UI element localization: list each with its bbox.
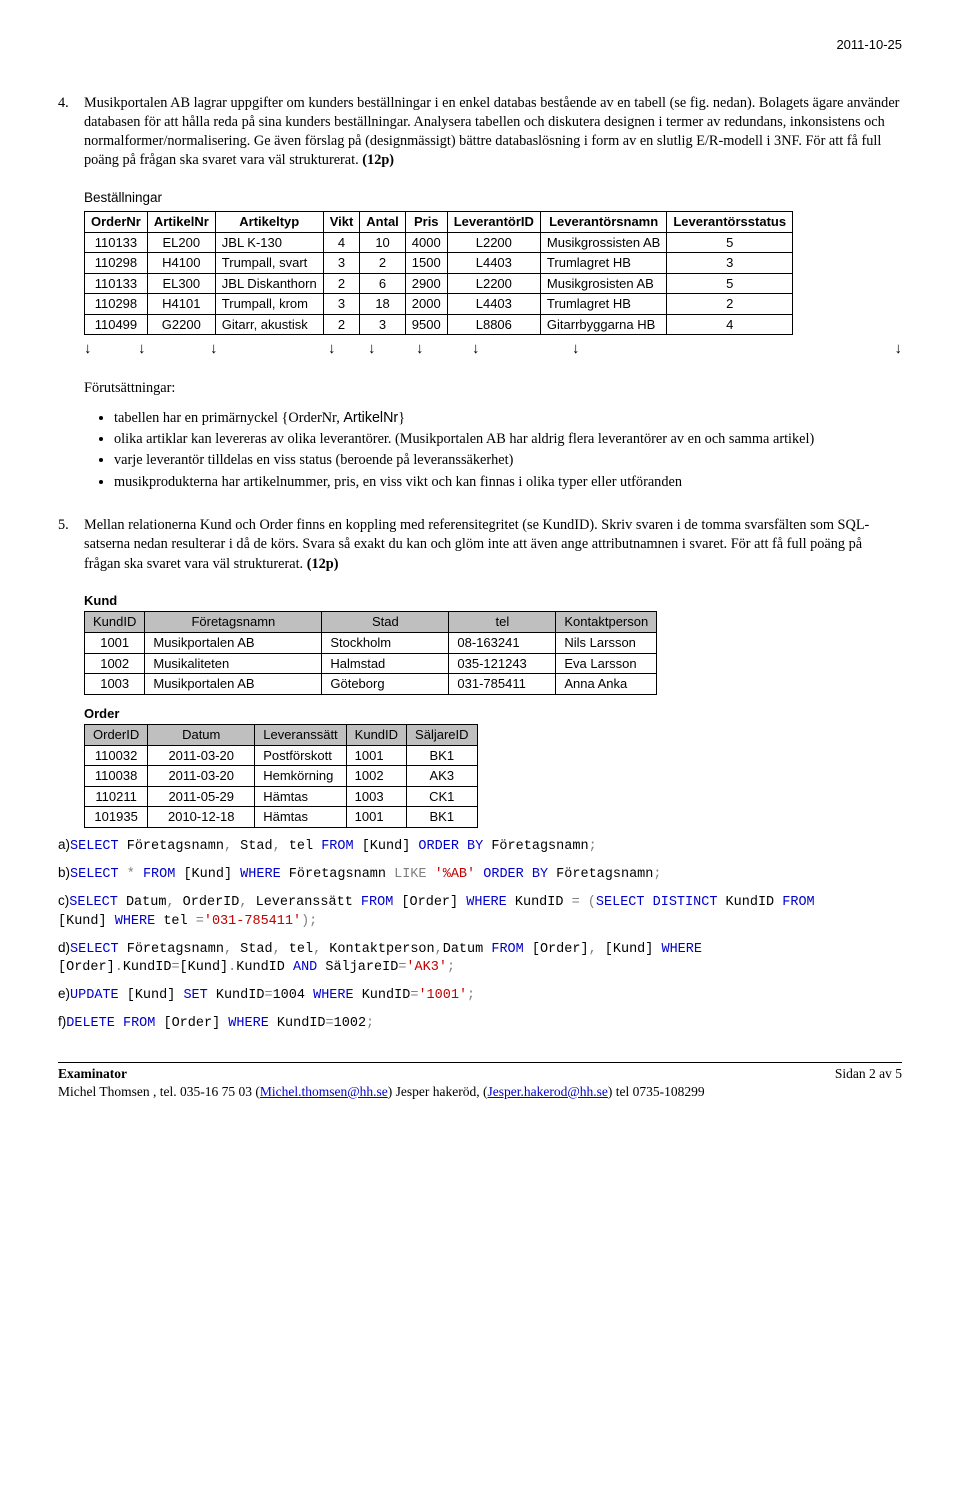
table-header-row: OrderNr ArtikelNr Artikeltyp Vikt Antal … — [85, 211, 793, 232]
table-row: 110133EL300JBL Diskanthorn262900L2200Mus… — [85, 273, 793, 294]
footer-text: Michel Thomsen , tel. 035-16 75 03 ( — [58, 1084, 260, 1099]
table-row: 110133EL200JBL K-1304104000L2200Musikgro… — [85, 232, 793, 253]
question-4: 4. Musikportalen AB lagrar uppgifter om … — [58, 94, 902, 171]
q4-text: Musikportalen AB lagrar uppgifter om kun… — [84, 94, 902, 171]
kund-title: Kund — [84, 592, 902, 610]
list-item: tabellen har en primärnyckel {OrderNr, A… — [114, 409, 902, 428]
q5-text: Mellan relationerna Kund och Order finns… — [84, 516, 902, 574]
col-antal: Antal — [360, 211, 406, 232]
col-ordernr: OrderNr — [85, 211, 148, 232]
sql-c: c)SELECT Datum, OrderID, Leveranssätt FR… — [58, 892, 902, 930]
q4-number: 4. — [58, 94, 84, 171]
col-artikeltyp: Artikeltyp — [215, 211, 323, 232]
sql-e: e)UPDATE [Kund] SET KundID=1004 WHERE Ku… — [58, 985, 902, 1005]
col-levstatus: Leverantörsstatus — [667, 211, 793, 232]
q4-points: (12p) — [362, 152, 394, 168]
table-header-row: KundID Företagsnamn Stad tel Kontaktpers… — [85, 612, 657, 633]
table-row: 1100382011-03-20Hemkörning1002AK3 — [85, 766, 478, 787]
list-item: olika artiklar kan levereras av olika le… — [114, 430, 902, 449]
sql-f: f)DELETE FROM [Order] WHERE KundID=1002; — [58, 1013, 902, 1033]
order-title: Order — [84, 705, 902, 723]
email-link-1[interactable]: Michel.thomsen@hh.se — [260, 1084, 388, 1099]
bestallningar-title: Beställningar — [84, 189, 902, 207]
sql-a: a)SELECT Företagsnamn, Stad, tel FROM [K… — [58, 836, 902, 856]
arrow-row: ↓↓↓↓↓↓↓↓↓ — [84, 339, 902, 359]
table-row: 1100322011-03-20Postförskott1001BK1 — [85, 745, 478, 766]
examinator-label: Examinator — [58, 1066, 127, 1081]
col-levnamn: Leverantörsnamn — [540, 211, 666, 232]
q4-body: Musikportalen AB lagrar uppgifter om kun… — [84, 95, 899, 169]
page-number: Sidan 2 av 5 — [835, 1065, 902, 1083]
email-link-2[interactable]: Jesper.hakerod@hh.se — [488, 1084, 608, 1099]
col-pris: Pris — [405, 211, 447, 232]
col-artikelnr: ArtikelNr — [147, 211, 215, 232]
sql-b: b)SELECT * FROM [Kund] WHERE Företagsnam… — [58, 864, 902, 884]
question-5: 5. Mellan relationerna Kund och Order fi… — [58, 516, 902, 574]
order-table: OrderID Datum Leveranssätt KundID Säljar… — [84, 724, 478, 828]
col-levid: LeverantörID — [447, 211, 540, 232]
page-date: 2011-10-25 — [58, 36, 902, 54]
page-footer: Sidan 2 av 5 Examinator Michel Thomsen ,… — [58, 1062, 902, 1101]
sql-d: d)SELECT Företagsnamn, Stad, tel, Kontak… — [58, 939, 902, 977]
bestallningar-table: OrderNr ArtikelNr Artikeltyp Vikt Antal … — [84, 211, 793, 335]
list-item: varje leverantör tilldelas en viss statu… — [114, 451, 902, 470]
q5-points: (12p) — [307, 556, 339, 572]
table-row: 110499G2200Gitarr, akustisk239500L8806Gi… — [85, 314, 793, 335]
table-row: 1002MusikalitetenHalmstad035-121243Eva L… — [85, 653, 657, 674]
table-row: 1019352010-12-18Hämtas1001BK1 — [85, 807, 478, 828]
table-row: 110298H4101Trumpall, krom3182000L4403Tru… — [85, 294, 793, 315]
kund-table: KundID Företagsnamn Stad tel Kontaktpers… — [84, 611, 657, 694]
q5-number: 5. — [58, 516, 84, 574]
table-row: 110298H4100Trumpall, svart321500L4403Tru… — [85, 253, 793, 274]
forutsattningar-list: tabellen har en primärnyckel {OrderNr, A… — [92, 409, 902, 492]
table-row: 1003Musikportalen ABGöteborg031-785411An… — [85, 674, 657, 695]
table-header-row: OrderID Datum Leveranssätt KundID Säljar… — [85, 725, 478, 746]
table-row: 1102112011-05-29Hämtas1003CK1 — [85, 786, 478, 807]
forutsattningar-title: Förutsättningar: — [84, 379, 902, 398]
list-item: musikprodukterna har artikelnummer, pris… — [114, 473, 902, 492]
col-vikt: Vikt — [323, 211, 360, 232]
table-row: 1001Musikportalen ABStockholm08-163241Ni… — [85, 632, 657, 653]
